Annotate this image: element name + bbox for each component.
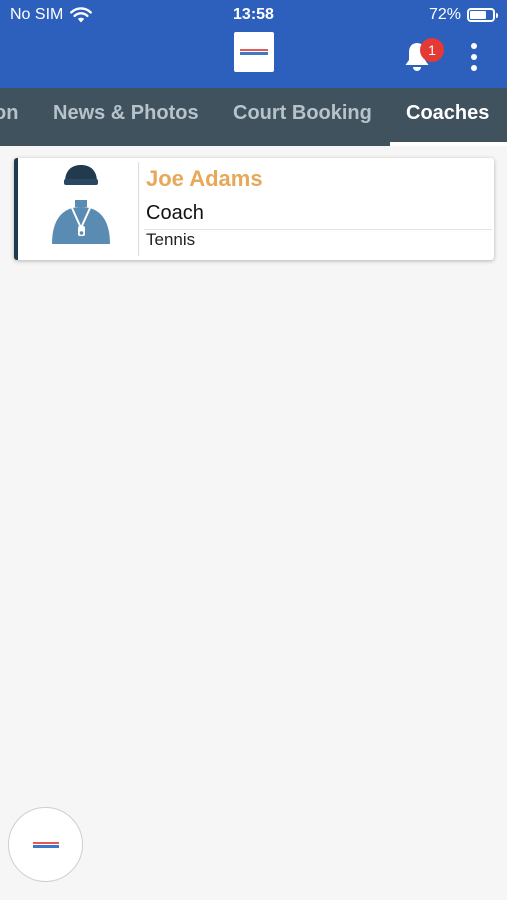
tab-court-booking[interactable]: Court Booking (233, 88, 372, 146)
app-header: No SIM 13:58 72% 1 (0, 0, 507, 88)
coach-sport: Tennis (146, 230, 196, 249)
club-logo (32, 841, 59, 848)
coach-avatar-icon (52, 165, 110, 244)
club-logo[interactable] (234, 32, 274, 72)
tab-news-photos[interactable]: News & Photos (53, 88, 199, 146)
tab-coaches[interactable]: Coaches (406, 88, 489, 146)
floating-logo-button[interactable] (8, 807, 83, 882)
notification-badge: 1 (420, 38, 444, 62)
coach-card[interactable]: Joe Adams Coach Tennis (14, 158, 494, 260)
tab-partial[interactable]: on (0, 88, 18, 146)
status-right: 72% (428, 4, 498, 26)
coach-role: Coach (146, 202, 204, 224)
battery-icon (467, 8, 498, 22)
more-vertical-icon[interactable] (462, 42, 486, 72)
battery-percent: 72% (428, 6, 461, 23)
card-divider (138, 162, 139, 256)
card-row-divider (144, 229, 492, 230)
coach-name: Joe Adams (146, 166, 263, 191)
active-tab-indicator (390, 142, 507, 146)
tab-bar: on News & Photos Court Booking Coaches (0, 88, 507, 146)
battery-fill (470, 11, 486, 19)
